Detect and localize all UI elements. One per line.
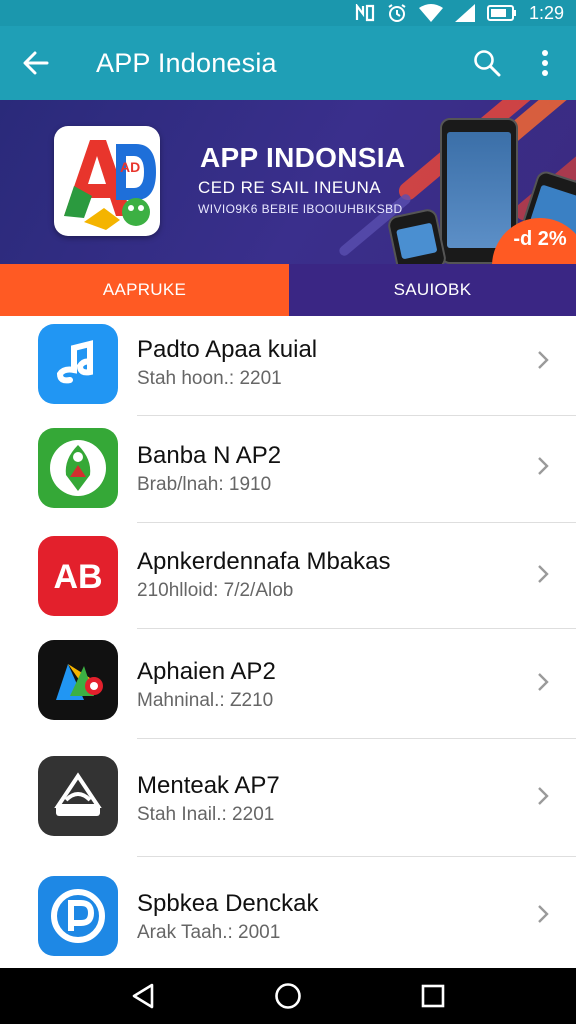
app-name: Padto Apaa kuial <box>137 336 318 363</box>
app-subtitle: Arak Taah.: 2001 <box>137 922 281 943</box>
tab-aapruke[interactable]: AAPRUKE <box>0 264 289 316</box>
chevron-right-icon <box>538 905 549 923</box>
app-list: Padto Apaa kuial Stah hoon.: 2201 Banba … <box>0 316 576 968</box>
more-options-button[interactable] <box>516 26 574 100</box>
list-item[interactable]: Padto Apaa kuial Stah hoon.: 2201 <box>0 316 576 416</box>
signal-icon <box>454 4 475 22</box>
app-subtitle: Mahninal.: Z210 <box>137 690 274 711</box>
svg-text:AB: AB <box>53 558 102 596</box>
app-subtitle: Brab/lnah: 1910 <box>137 474 272 495</box>
app-icon-black-play <box>38 640 118 720</box>
banner-tagline: WIVIO9K6 BEBIE IBOOIUHBIKSBD <box>198 202 403 216</box>
nav-home-button[interactable] <box>258 968 318 1024</box>
screen: 1:29 APP Indonesia AD APP INDONSIA CED R… <box>0 0 576 1024</box>
tab-sauiobk[interactable]: SAUIOBK <box>289 264 576 316</box>
app-name: Banba N AP2 <box>137 442 282 469</box>
list-item[interactable]: AB Apnkerdennafa Mbakas 210hlloid: 7/2/A… <box>0 522 576 629</box>
app-name: Spbkea Denckak <box>137 890 319 917</box>
list-item[interactable]: Banba N AP2 Brab/lnah: 1910 <box>0 416 576 523</box>
phone-illustration-small <box>386 207 448 264</box>
app-name: Apnkerdennafa Mbakas <box>137 548 391 575</box>
back-triangle-icon <box>132 983 153 1009</box>
app-name: Aphaien AP2 <box>137 658 276 685</box>
chevron-right-icon <box>538 457 549 475</box>
chevron-right-icon <box>538 565 549 583</box>
app-icon-green-leaf <box>38 428 118 508</box>
app-subtitle: Stah hoon.: 2201 <box>137 368 282 389</box>
app-name: Menteak AP7 <box>137 772 280 799</box>
list-item[interactable]: Spbkea Denckak Arak Taah.: 2001 <box>0 856 576 968</box>
chevron-right-icon <box>538 673 549 691</box>
back-button[interactable] <box>0 26 72 100</box>
search-icon <box>474 50 501 77</box>
tab-bar: AAPRUKE SAUIOBK <box>0 264 576 316</box>
status-time: 1:29 <box>528 2 564 23</box>
app-icon-dark-hat <box>38 756 118 836</box>
list-item[interactable]: Menteak AP7 Stah Inail.: 2201 <box>0 738 576 857</box>
list-item[interactable]: Aphaien AP2 Mahninal.: Z210 <box>0 628 576 739</box>
status-bar: 1:29 <box>0 0 576 26</box>
app-icon-blue-p <box>38 876 118 956</box>
search-button[interactable] <box>458 26 516 100</box>
app-icon-red-ab: AB <box>38 536 118 616</box>
app-icon-blue-music <box>38 324 118 404</box>
promo-banner[interactable]: AD APP INDONSIA CED RE SAIL INEUNA WIVIO… <box>0 100 576 264</box>
recents-square-icon <box>422 984 445 1008</box>
system-nav-bar <box>0 968 576 1024</box>
nfc-icon <box>355 4 375 22</box>
banner-logo: AD <box>54 126 160 236</box>
nav-back-button[interactable] <box>113 968 173 1024</box>
banner-subtitle: CED RE SAIL INEUNA <box>198 178 382 197</box>
nav-recents-button[interactable] <box>403 968 463 1024</box>
banner-logo-text: AD <box>120 159 140 175</box>
arrow-left-icon <box>23 51 49 75</box>
chevron-right-icon <box>538 351 549 369</box>
home-circle-icon <box>275 983 301 1009</box>
chevron-right-icon <box>538 787 549 805</box>
alarm-icon <box>387 4 407 22</box>
banner-title: APP INDONSIA <box>200 142 406 173</box>
app-subtitle: 210hlloid: 7/2/Alob <box>137 580 294 601</box>
app-subtitle: Stah Inail.: 2201 <box>137 804 275 825</box>
page-title: APP Indonesia <box>96 47 277 78</box>
more-vert-icon <box>542 50 548 76</box>
app-bar: APP Indonesia <box>0 26 576 100</box>
wifi-icon <box>418 4 443 22</box>
battery-icon <box>486 4 517 22</box>
